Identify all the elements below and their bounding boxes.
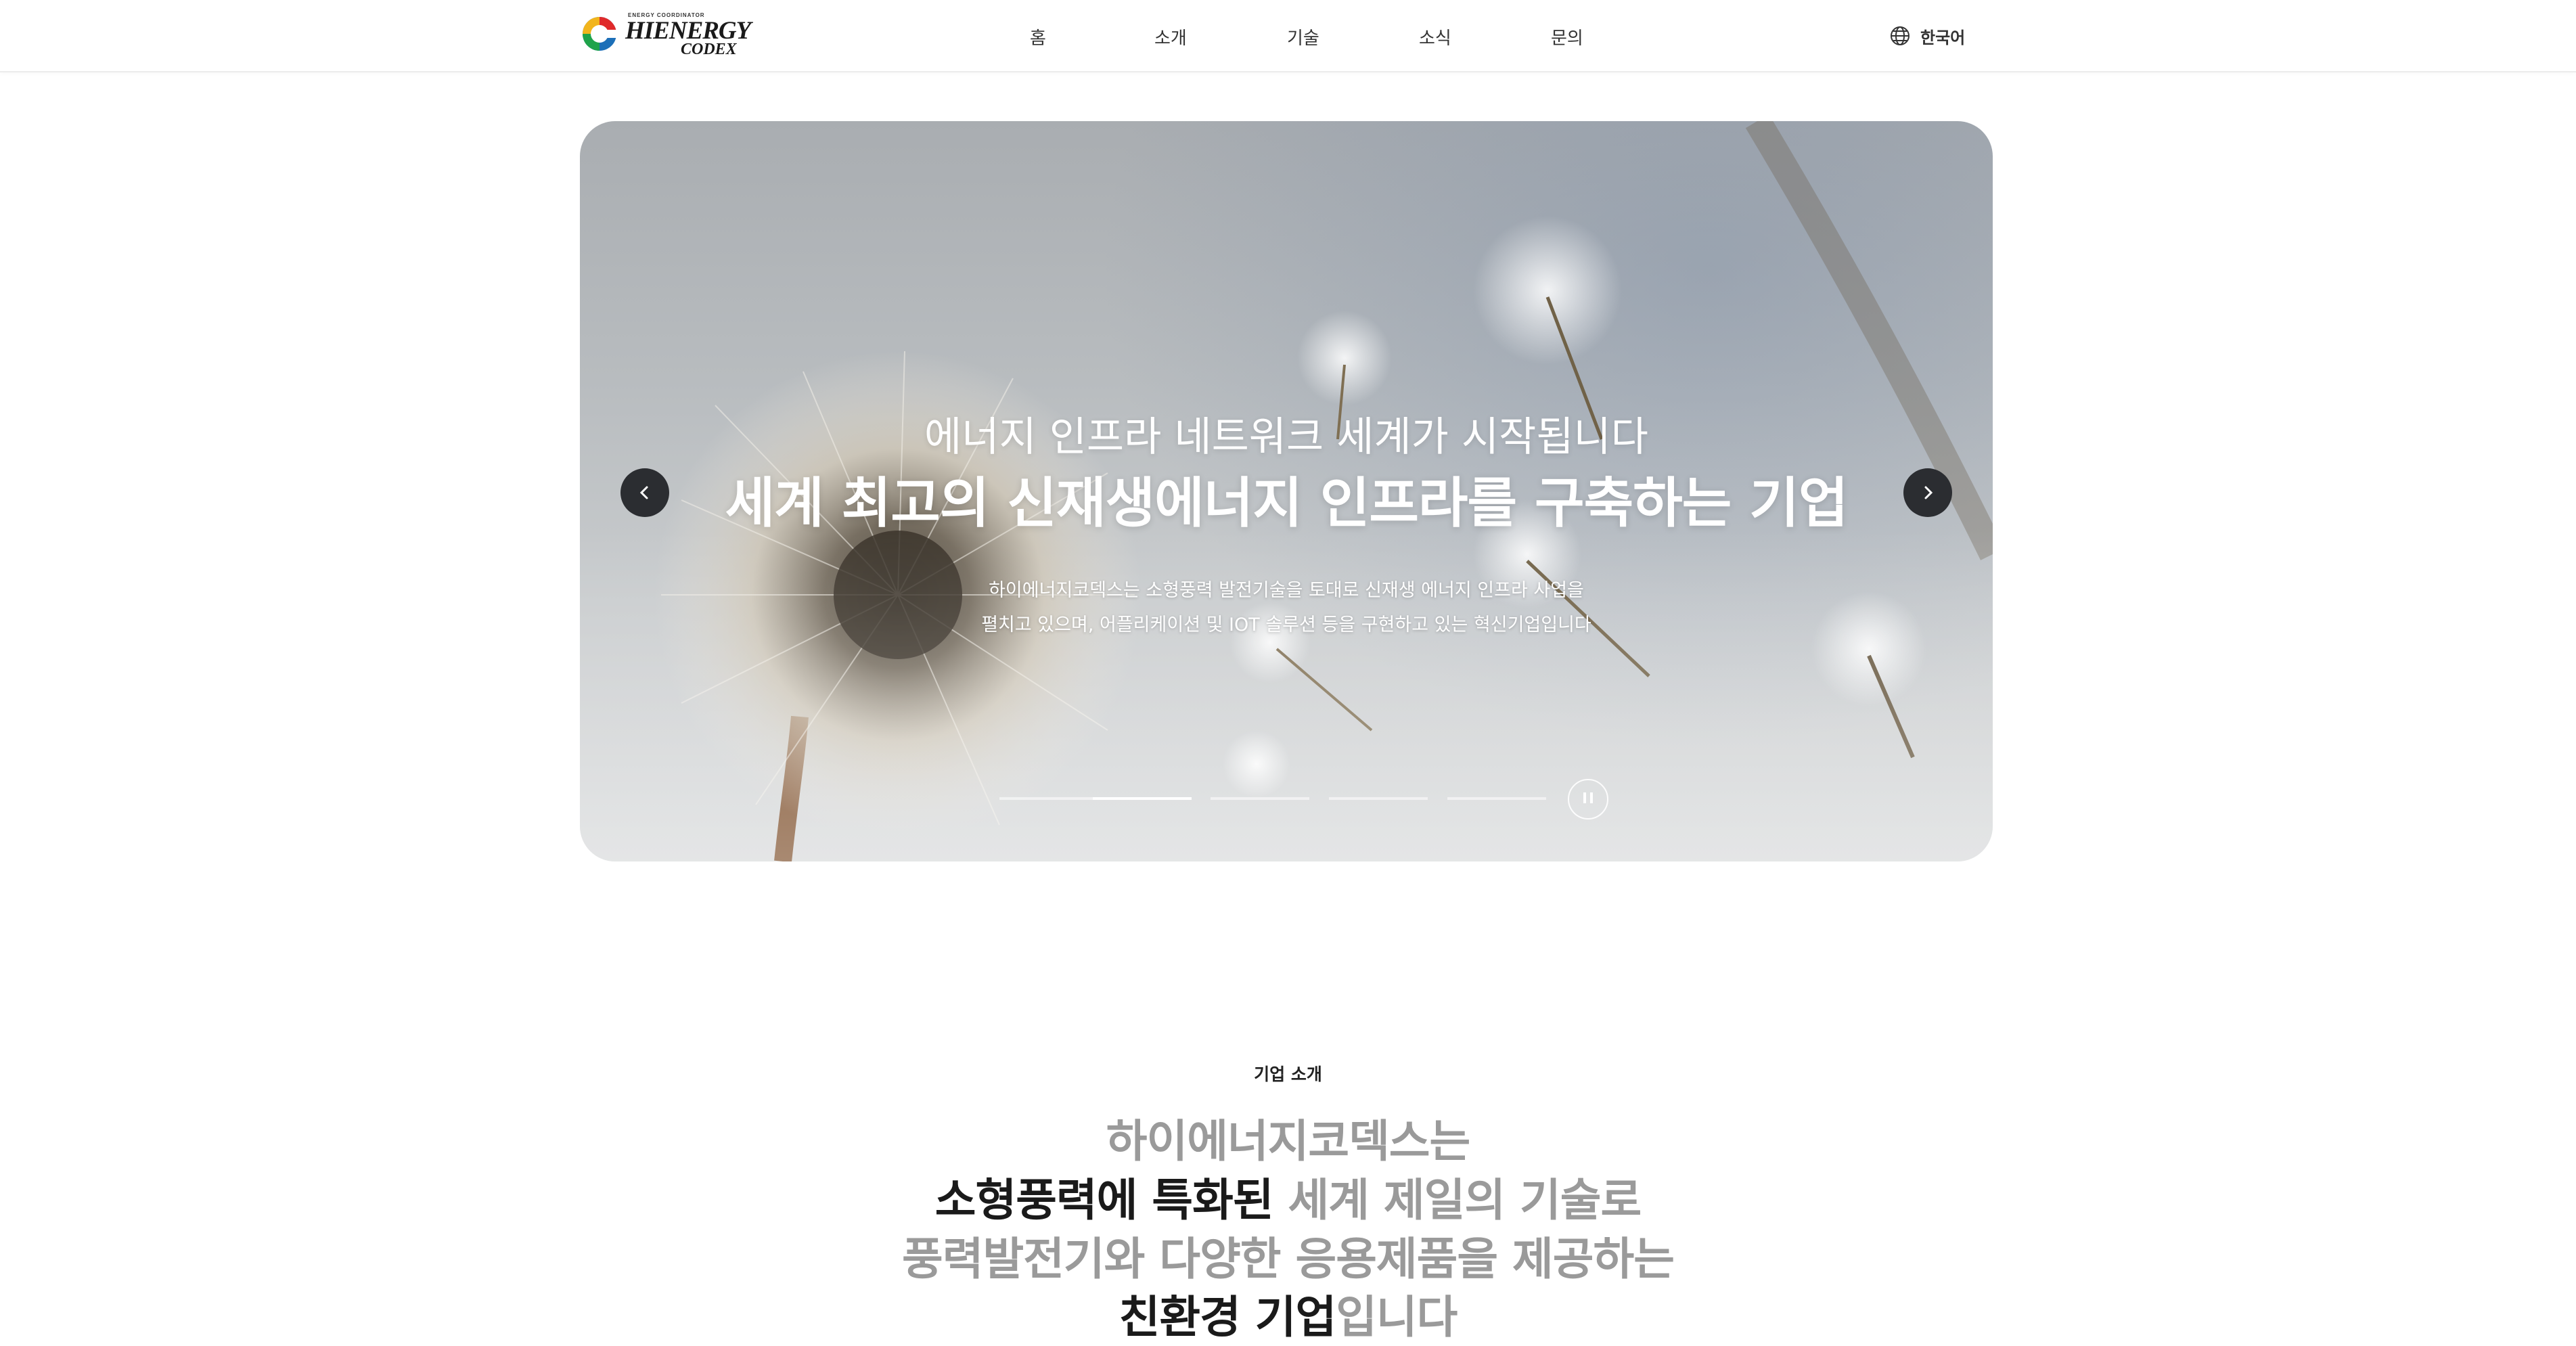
hero-slider: 에너지 인프라 네트워크 세계가 시작됩니다 세계 최고의 신재생에너지 인프라… xyxy=(580,121,1993,861)
pause-slider-button[interactable] xyxy=(1568,779,1608,820)
intro-line-2: 소형풍력에 특화된 세계 제일의 기술로 xyxy=(0,1164,2576,1229)
intro-line-1: 하이에너지코덱스는 xyxy=(0,1105,2576,1170)
intro-text: 하이에너지코덱스는 xyxy=(1106,1115,1470,1167)
site-header: ENERGY COORDINATOR HIENERGY CODEX 홈 소개 기… xyxy=(0,0,2576,72)
slide-indicator-4[interactable] xyxy=(1329,797,1428,800)
chevron-left-icon xyxy=(639,486,648,499)
nav-item-contact[interactable]: 문의 xyxy=(1551,24,1583,49)
pause-icon xyxy=(1581,792,1595,806)
slide-indicator-3[interactable] xyxy=(1211,797,1309,800)
slide-indicator-2[interactable] xyxy=(1093,797,1192,800)
nav-item-home[interactable]: 홈 xyxy=(1030,24,1046,49)
nav-item-about[interactable]: 소개 xyxy=(1154,24,1187,49)
hero-description-line-1: 하이에너지코덱스는 소형풍력 발전기술을 토대로 신재생 에너지 인프라 사업을 xyxy=(989,580,1584,601)
intro-text: 세계 제일의 기술로 xyxy=(1273,1174,1642,1226)
language-selector[interactable]: 한국어 xyxy=(1889,22,1965,49)
slide-indicator-1[interactable] xyxy=(999,797,1098,800)
slide-indicator-5[interactable] xyxy=(1447,797,1546,800)
language-label: 한국어 xyxy=(1920,28,1966,47)
next-slide-button[interactable] xyxy=(1903,468,1952,517)
prev-slide-button[interactable] xyxy=(620,468,669,517)
hienergy-logo-icon xyxy=(583,17,618,51)
intro-text: 풍력발전기와 다양한 응용제품을 제공하는 xyxy=(902,1233,1675,1285)
intro-text-emphasis: 친환경 기업 xyxy=(1118,1291,1337,1343)
intro-line-3: 풍력발전기와 다양한 응용제품을 제공하는 xyxy=(0,1223,2576,1288)
intro-text-emphasis: 소형풍력에 특화된 xyxy=(934,1174,1274,1226)
section-label: 기업 소개 xyxy=(1254,1064,1322,1084)
nav-item-news[interactable]: 소식 xyxy=(1419,24,1451,49)
globe-icon xyxy=(1891,26,1910,45)
hero-title: 세계 최고의 신재생에너지 인프라를 구축하는 기업 xyxy=(725,472,1849,535)
logo-subwordmark: CODEX xyxy=(681,41,737,58)
chevron-right-icon xyxy=(1924,486,1933,499)
intro-text: 입니다 xyxy=(1336,1291,1458,1343)
nav-item-technology[interactable]: 기술 xyxy=(1287,24,1319,49)
intro-line-4: 친환경 기업입니다 xyxy=(0,1281,2576,1346)
hero-subtitle: 에너지 인프라 네트워크 세계가 시작됩니다 xyxy=(924,413,1648,461)
hero-description-line-2: 펼치고 있으며, 어플리케이션 및 IOT 솔루션 등을 구현하고 있는 혁신기… xyxy=(981,614,1591,635)
site-logo[interactable]: ENERGY COORDINATOR HIENERGY CODEX xyxy=(581,9,751,58)
